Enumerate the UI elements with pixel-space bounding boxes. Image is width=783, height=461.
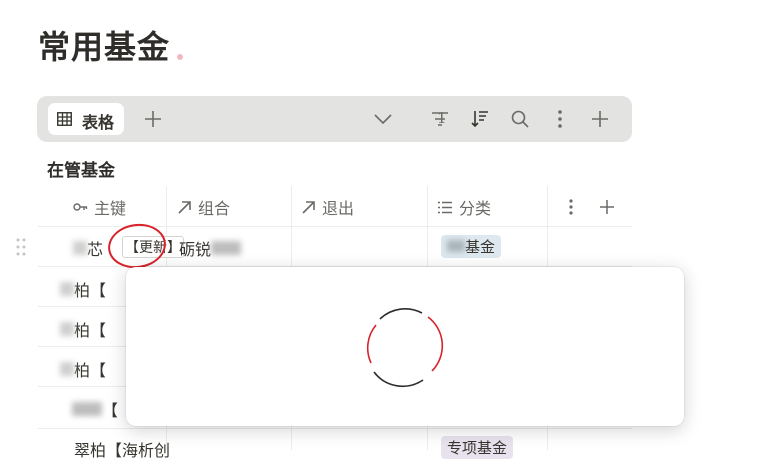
more-button[interactable] — [548, 107, 572, 131]
row-key: 柏【 — [74, 361, 107, 380]
blurred-text — [60, 362, 74, 376]
add-view-button[interactable] — [141, 107, 165, 131]
row-key: 芯 — [87, 240, 104, 259]
view-tab-label: 表格 — [82, 113, 115, 132]
column-header-category[interactable]: 分类 — [437, 196, 491, 218]
sort-button[interactable] — [468, 107, 492, 131]
plus-icon — [592, 111, 608, 127]
column-label: 组合 — [198, 199, 231, 218]
search-icon — [511, 110, 529, 128]
combo-text: 砺锐 — [179, 240, 212, 259]
row-divider — [38, 346, 126, 347]
more-icon — [558, 110, 562, 128]
table-icon — [57, 112, 72, 126]
database-toolbar: 表格 1 — [37, 96, 632, 142]
blurred-text — [73, 241, 87, 255]
category-text: 基金 — [465, 238, 496, 256]
category-tag[interactable]: 专项基金 — [441, 436, 514, 459]
plus-icon — [145, 111, 161, 127]
row-key-text[interactable]: 柏【 — [60, 317, 106, 341]
loading-dialog — [126, 267, 684, 426]
section-title: 在管基金 — [47, 161, 115, 181]
sort-icon — [471, 111, 488, 128]
row-key[interactable]: 翠柏【海析创 — [74, 437, 170, 461]
row-divider — [38, 428, 632, 429]
column-options-button[interactable] — [568, 196, 574, 218]
arrow-up-right-icon — [302, 200, 315, 214]
column-label: 主键 — [94, 199, 127, 218]
row-key: 柏【 — [74, 281, 107, 300]
search-button[interactable] — [508, 107, 532, 131]
blurred-text — [60, 282, 74, 296]
blurred-text — [60, 322, 74, 336]
page-title: 常用基金 — [38, 28, 171, 66]
loading-spinner-icon — [366, 307, 444, 388]
column-label: 分类 — [459, 199, 492, 218]
row-divider — [38, 306, 126, 307]
view-tab-table[interactable]: 表格 — [48, 103, 124, 135]
more-icon — [569, 199, 573, 215]
category-tag[interactable]: 基金 — [441, 235, 502, 258]
column-header-exit[interactable]: 退出 — [301, 196, 354, 218]
key-icon — [73, 203, 88, 211]
list-icon — [438, 201, 452, 213]
plus-icon — [600, 200, 614, 214]
row-combo[interactable]: 砺锐 — [179, 236, 242, 260]
row-divider — [38, 386, 126, 387]
column-header-combo[interactable]: 组合 — [177, 196, 230, 218]
blurred-text — [211, 241, 242, 255]
row-key-text[interactable]: 柏【 — [60, 277, 106, 301]
filter-toggle-button[interactable] — [370, 107, 396, 131]
blurred-text — [447, 240, 465, 252]
blurred-text — [72, 402, 102, 416]
row-key-text[interactable]: 柏【 — [60, 357, 106, 381]
row-key-text[interactable]: 【 — [72, 397, 118, 421]
filter-icon — [432, 112, 448, 126]
chevron-down-icon — [374, 114, 392, 124]
add-column-button[interactable] — [599, 196, 615, 218]
annotation-circle — [105, 220, 169, 272]
new-item-button[interactable] — [588, 107, 612, 131]
column-header-key[interactable]: 主键 — [73, 196, 126, 218]
drag-handle-icon[interactable] — [16, 238, 26, 256]
row-key: 【 — [102, 401, 119, 420]
row-key: 柏【 — [74, 321, 107, 340]
arrow-up-right-icon — [178, 200, 191, 214]
filter-button[interactable] — [428, 107, 452, 131]
title-dot — [177, 54, 183, 60]
row-key-text[interactable]: 芯 — [73, 236, 103, 260]
column-label: 退出 — [322, 199, 355, 218]
